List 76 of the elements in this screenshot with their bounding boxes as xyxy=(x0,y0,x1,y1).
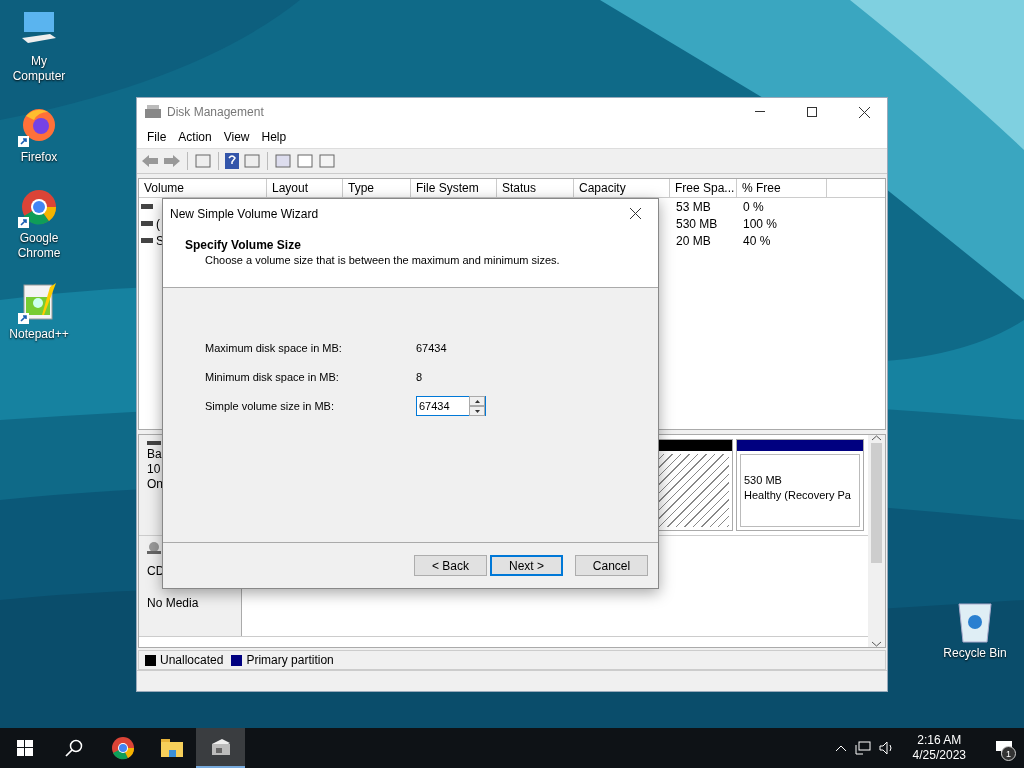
dialog-button[interactable]: Next > xyxy=(490,555,563,576)
column-header[interactable]: Capacity xyxy=(574,179,670,197)
column-header[interactable]: % Free xyxy=(737,179,827,197)
desktop-icon-label[interactable]: Firefox xyxy=(9,150,69,165)
up-arrow-icon[interactable] xyxy=(474,399,480,403)
table-cell-text: 20 MB xyxy=(675,233,712,248)
disk-label: 10 xyxy=(147,462,162,477)
notifications-button[interactable]: 1 xyxy=(984,728,1024,768)
maximize-icon[interactable] xyxy=(807,107,817,117)
minimize-icon[interactable] xyxy=(755,111,765,113)
scrollbar[interactable] xyxy=(868,435,885,647)
search-icon[interactable] xyxy=(64,739,83,757)
close-icon[interactable] xyxy=(858,106,870,118)
disk-label: No Media xyxy=(147,596,200,611)
field-label: Maximum disk space in MB: xyxy=(205,341,343,356)
partition-info: 530 MB xyxy=(744,473,783,488)
partition-block[interactable]: 530 MB Healthy (Recovery Pa xyxy=(736,439,864,531)
table-cell-text: 0 % xyxy=(742,199,765,214)
spin-field[interactable]: 67434 xyxy=(416,396,486,416)
dialog-title: New Simple Volume Wizard xyxy=(170,206,320,221)
recycle-bin-icon[interactable] xyxy=(955,600,995,644)
chevron-up-icon[interactable] xyxy=(834,744,847,752)
scroll-down-icon[interactable] xyxy=(872,641,881,647)
legend-label: Unallocated xyxy=(160,653,224,667)
column-header[interactable]: Volume xyxy=(139,179,267,197)
close-icon[interactable] xyxy=(629,208,641,219)
field-label: Simple volume size in MB: xyxy=(205,399,335,414)
desktop-icon-label[interactable]: Google Chrome xyxy=(9,231,69,261)
table-cell-text: 530 MB xyxy=(675,216,719,231)
network-icon[interactable] xyxy=(854,741,871,755)
drive-icon xyxy=(141,203,153,210)
spin-up-button[interactable] xyxy=(469,396,485,406)
volume-icon[interactable] xyxy=(878,741,895,755)
windows-start-icon[interactable] xyxy=(16,740,33,756)
partition-info: Healthy (Recovery Pa xyxy=(744,488,852,503)
disk-label: Ba xyxy=(147,447,163,462)
step-description: Choose a volume size that is between the maximum and minimum sizes. xyxy=(204,254,561,266)
menu-item[interactable]: File xyxy=(141,130,173,144)
notification-badge: 1 xyxy=(1001,746,1016,761)
spin-down-button[interactable] xyxy=(469,406,485,416)
drive-icon xyxy=(141,237,153,244)
down-arrow-icon[interactable] xyxy=(474,409,480,413)
size-input-field[interactable]: 67434 xyxy=(417,400,467,412)
disk-drive-icon[interactable] xyxy=(209,738,232,756)
dialog-button[interactable]: < Back xyxy=(414,555,487,576)
scroll-up-icon[interactable] xyxy=(872,435,881,441)
help-icon[interactable] xyxy=(225,153,239,169)
column-header[interactable]: Layout xyxy=(267,179,343,197)
field-value: 8 xyxy=(416,370,424,385)
menu-item[interactable]: Help xyxy=(255,130,293,144)
menu-item[interactable]: Action xyxy=(172,130,218,144)
dialog-button[interactable]: Cancel xyxy=(575,555,648,576)
folder-icon[interactable] xyxy=(160,739,183,757)
table-cell-text: 53 MB xyxy=(675,199,712,214)
column-header[interactable]: Free Spa... xyxy=(670,179,737,197)
step-heading: Specify Volume Size xyxy=(185,238,302,252)
browser-icon[interactable] xyxy=(110,736,135,760)
desktop-icon-label[interactable]: Notepad++ xyxy=(9,327,69,342)
column-header[interactable]: File System xyxy=(411,179,497,197)
table-cell-text: 40 % xyxy=(742,233,772,248)
menu-item[interactable]: View xyxy=(217,130,256,144)
clock[interactable]: 2:16 AM 4/25/2023 xyxy=(912,733,966,763)
desktop-icon-label[interactable]: Recycle Bin xyxy=(943,646,1007,661)
app-icon xyxy=(145,105,161,119)
field-value: 67434 xyxy=(416,341,448,356)
disk-label: On xyxy=(147,477,164,492)
legend-label: Primary partition xyxy=(246,653,334,667)
drive-icon xyxy=(141,220,153,227)
column-header[interactable]: Status xyxy=(497,179,574,197)
desktop-icon-label[interactable]: My Computer xyxy=(9,54,69,84)
table-cell: ( xyxy=(156,216,160,231)
column-header[interactable]: Type xyxy=(343,179,411,197)
field-label: Minimum disk space in MB: xyxy=(205,370,340,385)
cd-drive-icon xyxy=(147,542,161,554)
window-title: Disk Management xyxy=(167,105,265,119)
table-cell-text: 100 % xyxy=(742,216,779,231)
